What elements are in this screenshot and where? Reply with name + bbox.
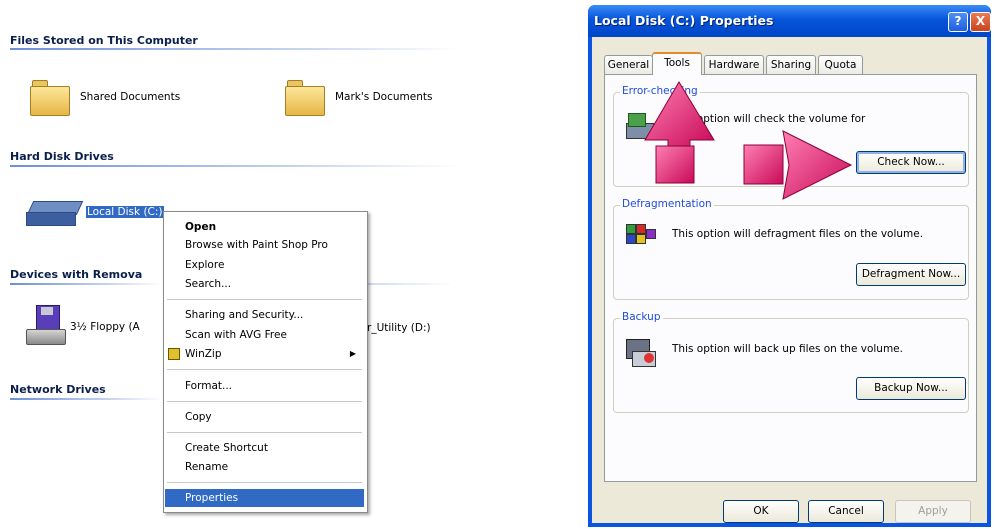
section-divider xyxy=(366,283,456,285)
defragment-icon xyxy=(624,220,658,254)
backup-group: Backup This option will back up files on… xyxy=(613,311,969,413)
menu-separator xyxy=(167,401,362,402)
shared-documents-label: Shared Documents xyxy=(80,91,181,103)
tab-tools[interactable]: Tools xyxy=(652,52,702,75)
properties-dialog: Local Disk (C:) Properties ? X General T… xyxy=(588,5,991,527)
error-checking-group: Error-checking This option will check th… xyxy=(613,85,969,187)
title-bar[interactable]: Local Disk (C:) Properties ? X xyxy=(588,5,991,37)
tab-sharing[interactable]: Sharing xyxy=(766,55,816,74)
tab-quota[interactable]: Quota xyxy=(818,55,863,74)
section-divider xyxy=(10,283,163,285)
winzip-icon xyxy=(168,348,180,360)
help-button[interactable]: ? xyxy=(948,12,968,32)
menu-item-open[interactable]: Open xyxy=(165,218,364,236)
context-menu: Open Browse with Paint Shop Pro Explore … xyxy=(163,211,368,513)
menu-item-winzip-label: WinZip xyxy=(185,348,222,360)
menu-item-properties[interactable]: Properties xyxy=(165,489,364,507)
section-header-files-stored: Files Stored on This Computer xyxy=(10,34,198,47)
backup-now-button[interactable]: Backup Now... xyxy=(856,377,966,400)
menu-item-winzip[interactable]: WinZip ▶ xyxy=(165,345,364,363)
check-now-button[interactable]: Check Now... xyxy=(856,151,966,174)
error-checking-text-2: errors. xyxy=(672,129,707,141)
defragmentation-group: Defragmentation This option will defragm… xyxy=(613,198,969,300)
error-check-icon xyxy=(624,109,658,143)
shared-documents-item[interactable]: Shared Documents xyxy=(30,78,180,116)
menu-item-format[interactable]: Format... xyxy=(165,377,364,395)
backup-text: This option will back up files on the vo… xyxy=(672,343,903,355)
menu-item-create-shortcut[interactable]: Create Shortcut xyxy=(165,439,364,457)
defragmentation-label: Defragmentation xyxy=(620,198,714,210)
section-divider xyxy=(10,48,460,50)
menu-item-explore[interactable]: Explore xyxy=(165,256,364,274)
marks-documents-label: Mark's Documents xyxy=(335,91,433,103)
section-header-hard-disk: Hard Disk Drives xyxy=(10,150,114,163)
menu-item-scan-avg[interactable]: Scan with AVG Free xyxy=(165,326,364,344)
menu-separator xyxy=(167,482,362,483)
error-checking-label: Error-checking xyxy=(620,85,700,97)
floppy-drive-icon xyxy=(26,305,66,349)
defragmentation-text: This option will defragment files on the… xyxy=(672,228,924,240)
dialog-client: General Tools Hardware Sharing Quota Err… xyxy=(592,37,987,523)
backup-label: Backup xyxy=(620,311,663,323)
floppy-drive-label: 3½ Floppy (A xyxy=(70,321,140,333)
menu-item-browse-psp[interactable]: Browse with Paint Shop Pro xyxy=(165,236,364,254)
floppy-drive-item[interactable]: 3½ Floppy (A xyxy=(26,305,140,349)
section-divider xyxy=(10,165,460,167)
folder-icon xyxy=(285,78,329,116)
dialog-title: Local Disk (C:) Properties xyxy=(594,13,774,28)
backup-icon xyxy=(624,335,658,369)
menu-item-copy[interactable]: Copy xyxy=(165,408,364,426)
marks-documents-item[interactable]: Mark's Documents xyxy=(285,78,432,116)
section-divider xyxy=(10,398,163,400)
cancel-button[interactable]: Cancel xyxy=(808,500,884,523)
menu-separator xyxy=(167,432,362,433)
folder-icon xyxy=(30,78,74,116)
dialog-button-row: OK Cancel Apply xyxy=(592,482,987,523)
error-checking-text-1: This option will check the volume for xyxy=(672,113,866,125)
menu-item-search[interactable]: Search... xyxy=(165,275,364,293)
menu-item-sharing-security[interactable]: Sharing and Security... xyxy=(165,306,364,324)
hard-drive-icon xyxy=(24,197,84,227)
local-disk-label: Local Disk (C:) xyxy=(86,206,164,218)
submenu-arrow-icon: ▶ xyxy=(349,349,356,358)
tab-hardware[interactable]: Hardware xyxy=(704,55,764,74)
menu-item-rename[interactable]: Rename xyxy=(165,458,364,476)
section-header-removable: Devices with Remova xyxy=(10,268,143,281)
local-disk-item[interactable]: Local Disk (C:) xyxy=(24,197,164,227)
section-header-network: Network Drives xyxy=(10,383,106,396)
tab-general[interactable]: General xyxy=(604,55,653,74)
ok-button[interactable]: OK xyxy=(723,500,799,523)
cd-drive-label[interactable]: r_Utility (D:) xyxy=(367,322,431,334)
menu-separator xyxy=(167,299,362,300)
menu-separator xyxy=(167,369,362,370)
defragment-now-button[interactable]: Defragment Now... xyxy=(856,263,966,286)
apply-button[interactable]: Apply xyxy=(895,500,971,523)
close-button[interactable]: X xyxy=(970,12,991,32)
tools-tab-panel: Error-checking This option will check th… xyxy=(604,74,977,482)
